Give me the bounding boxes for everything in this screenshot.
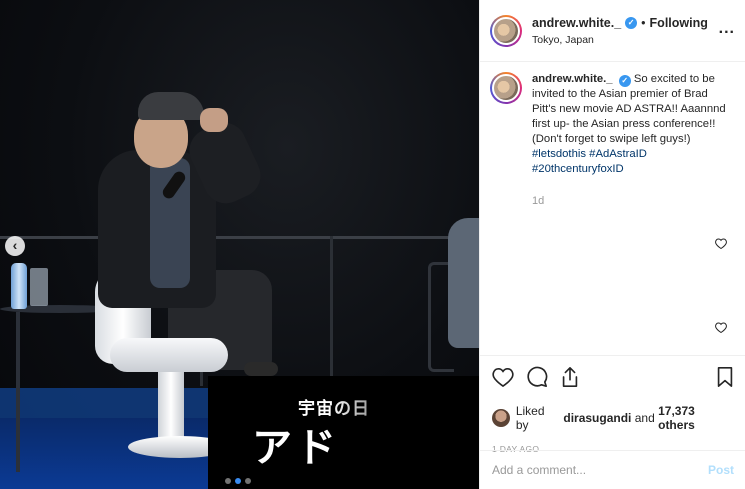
water-glass xyxy=(30,268,48,306)
stage-railing xyxy=(0,236,479,239)
verified-icon: ✓ xyxy=(618,75,631,87)
chair-stem xyxy=(158,370,184,440)
side-table-leg xyxy=(16,312,20,472)
heart-icon[interactable] xyxy=(492,367,514,392)
post-comment-button[interactable]: Post xyxy=(708,463,734,477)
post-location[interactable]: Tokyo, Japan xyxy=(532,34,708,46)
verified-icon: ✓ xyxy=(625,16,638,29)
carousel-dot xyxy=(245,478,251,484)
comment-icon[interactable] xyxy=(526,366,548,393)
banner-line-2: アド xyxy=(252,425,340,471)
caption-text: andrew.white._ ✓ So excited to be invite… xyxy=(532,72,728,177)
comments-area: andrew.white._ ✓ So excited to be invite… xyxy=(490,72,735,355)
stage-light xyxy=(0,388,230,420)
post-actions: Liked by dirasugandi and 17,373 others 1… xyxy=(480,355,745,454)
prev-arrow-icon[interactable]: ‹ xyxy=(5,236,25,256)
comment-like-icon[interactable] xyxy=(715,238,727,252)
action-bar xyxy=(492,366,734,392)
post-header: andrew.white._ ✓ • Following Tokyo, Japa… xyxy=(480,0,745,62)
author-username[interactable]: andrew.white._ xyxy=(532,16,621,30)
more-icon[interactable]: ... xyxy=(719,20,735,38)
carousel-indicator xyxy=(225,478,251,484)
comment-input[interactable] xyxy=(492,463,708,477)
comment-like-icon[interactable] xyxy=(715,322,727,336)
hashtag-link[interactable]: #20thcenturyfoxID xyxy=(532,163,624,175)
second-person xyxy=(448,218,479,348)
following-button[interactable]: Following xyxy=(650,16,708,30)
railing-post xyxy=(330,236,333,386)
hashtag-link[interactable]: #letsdothis xyxy=(532,148,586,160)
follow-separator: • xyxy=(641,15,646,30)
likes-summary: Liked by dirasugandi and 17,373 others xyxy=(492,404,734,432)
banner-fade xyxy=(330,385,479,489)
hashtag-link[interactable]: #AdAstraID xyxy=(589,148,647,160)
others-count[interactable]: 17,373 others xyxy=(658,404,734,432)
liked-by-and: and xyxy=(634,411,655,425)
caption-time: 1d xyxy=(532,195,545,207)
post-photo[interactable]: 宇宙の日 アド ‹ xyxy=(0,0,479,489)
person-hand xyxy=(200,108,228,132)
person-hat xyxy=(138,92,204,120)
caption: andrew.white._ ✓ So excited to be invite… xyxy=(490,72,735,177)
liker-username[interactable]: dirasugandi xyxy=(563,411,631,425)
post-side-panel: andrew.white._ ✓ • Following Tokyo, Japa… xyxy=(479,0,745,489)
add-comment-bar: Post xyxy=(480,450,745,489)
liker-avatar[interactable] xyxy=(492,409,510,427)
caption-username[interactable]: andrew.white._ xyxy=(532,73,613,85)
caption-avatar[interactable] xyxy=(490,72,522,104)
person-shoe xyxy=(244,362,278,376)
water-bottle xyxy=(11,263,27,309)
share-icon[interactable] xyxy=(560,366,580,393)
author-avatar[interactable] xyxy=(490,14,522,47)
carousel-dot xyxy=(225,478,231,484)
carousel-dot-active xyxy=(235,478,241,484)
liked-by-prefix: Liked by xyxy=(515,404,545,432)
bookmark-icon[interactable] xyxy=(716,366,734,393)
chair-seat xyxy=(110,338,228,372)
